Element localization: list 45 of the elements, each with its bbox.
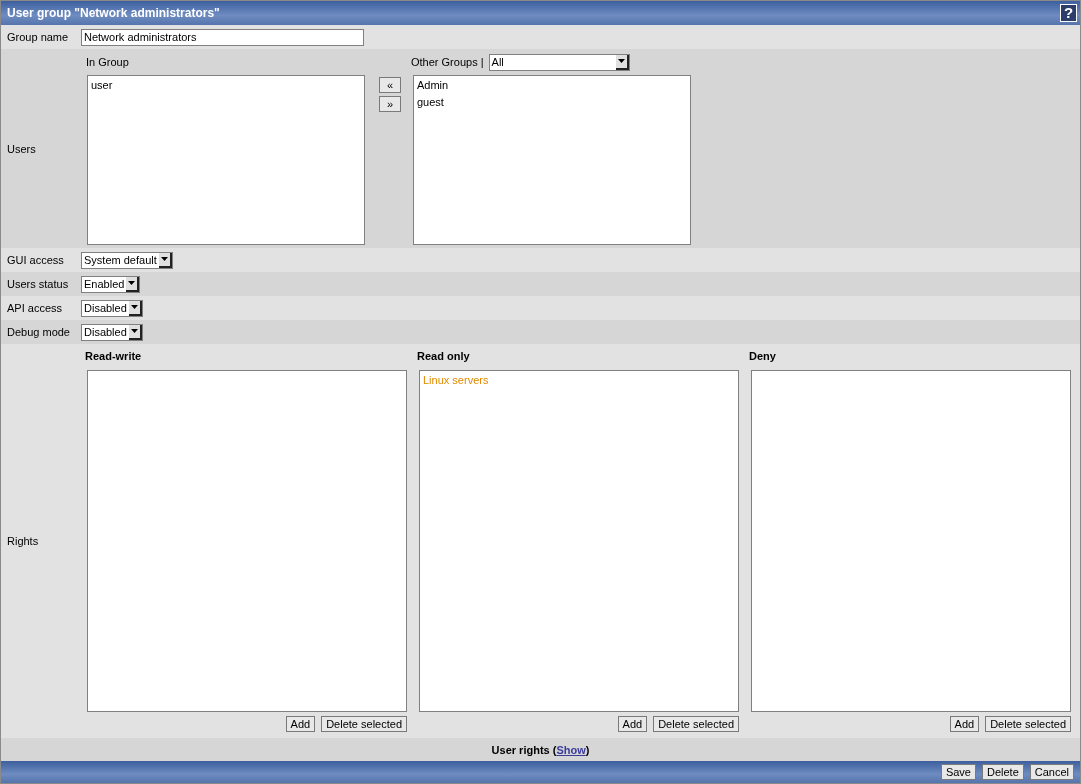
field-label: Debug mode — [6, 326, 71, 338]
list-heading: In Group — [86, 56, 130, 68]
list-action-button[interactable]: Delete selected — [985, 716, 1071, 732]
form-button[interactable]: Delete — [981, 764, 1024, 780]
caret-icon — [158, 252, 172, 268]
list-action-button[interactable]: Add — [617, 716, 648, 732]
list-action-button[interactable]: Add — [949, 716, 980, 732]
list-heading: Other Groups | — [411, 56, 484, 68]
group-filter-dropdown[interactable]: All — [488, 53, 630, 71]
move-button[interactable]: « — [379, 77, 401, 93]
caret-icon — [126, 276, 140, 292]
caret-icon — [615, 54, 629, 70]
dropdown[interactable]: Disabled — [81, 299, 143, 317]
column-heading: Read only — [417, 350, 471, 362]
list-option[interactable]: guest — [416, 94, 688, 111]
field-label: Users — [6, 142, 37, 155]
caret-icon — [128, 324, 142, 340]
other-groups-listbox[interactable]: Admin guest — [413, 75, 691, 245]
list-action-button[interactable]: Add — [285, 716, 316, 732]
list-option[interactable]: Admin — [416, 77, 688, 94]
caret-icon — [128, 300, 142, 316]
dropdown[interactable]: Disabled — [81, 323, 143, 341]
field-label: API access — [6, 302, 64, 314]
window-title: User group "Network administrators" — [7, 6, 220, 20]
list-action-button[interactable]: Delete selected — [321, 716, 407, 732]
field-label: GUI access — [6, 254, 65, 266]
in-group-listbox[interactable]: user — [87, 75, 365, 245]
group-name-field[interactable]: Network administrators — [81, 28, 364, 46]
help-button[interactable]: ? — [1060, 4, 1077, 22]
form-button[interactable]: Cancel — [1029, 764, 1074, 780]
move-button[interactable]: » — [379, 96, 401, 112]
field-label: Users status — [6, 278, 70, 290]
list-action-button[interactable]: Delete selected — [653, 716, 739, 732]
list-option[interactable]: user — [90, 77, 362, 94]
dropdown[interactable]: System default — [81, 251, 173, 269]
host-group-listbox[interactable] — [751, 370, 1071, 712]
field-label: Rights — [6, 535, 40, 547]
field-label: Group name — [6, 31, 70, 43]
host-group-listbox[interactable] — [87, 370, 407, 712]
user-rights-text: User rights (Show) — [491, 743, 590, 756]
show-link[interactable]: Show — [556, 743, 586, 756]
dropdown[interactable]: Enabled — [81, 275, 141, 293]
column-heading: Deny — [749, 350, 777, 362]
column-heading: Read-write — [85, 350, 143, 362]
form-button[interactable]: Save — [940, 764, 976, 780]
